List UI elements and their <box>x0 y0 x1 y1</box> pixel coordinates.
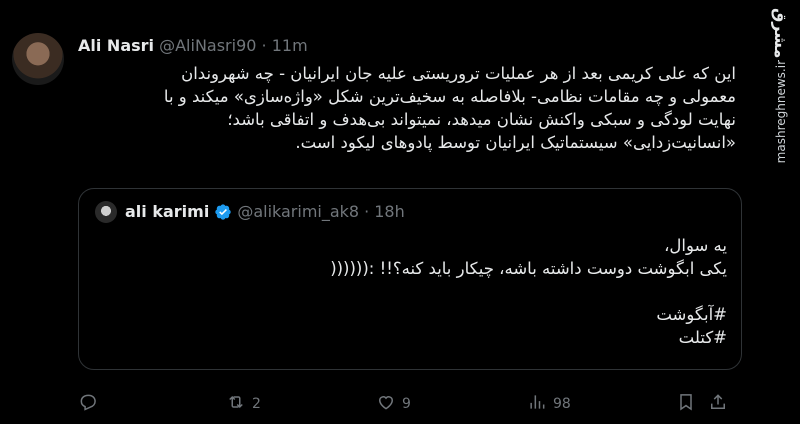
retweet-icon <box>226 392 246 416</box>
tweet-text: این که علی کریمی بعد از هر عملیات تروریس… <box>76 62 736 154</box>
tweet-time[interactable]: 11m <box>272 36 308 55</box>
quoted-author-name[interactable]: ali karimi <box>125 202 209 221</box>
tweet-actions: 2 9 98 <box>78 392 738 416</box>
tweet-text-line: این که علی کریمی بعد از هر عملیات تروریس… <box>181 64 736 83</box>
bookmark-icon <box>676 392 696 416</box>
heart-icon <box>376 392 396 416</box>
quoted-text-line: یه سوال، <box>664 236 727 255</box>
watermark-logo: مشرق <box>771 8 790 59</box>
quoted-text-line: یکی ابگوشت دوست داشته باشه، چیکار باید ک… <box>330 259 727 278</box>
reply-icon <box>78 392 98 416</box>
quoted-text-line <box>95 280 727 303</box>
tweet-header: Ali Nasri @AliNasri90 · 11m <box>78 36 308 55</box>
bookmark-button[interactable] <box>676 392 696 416</box>
like-button[interactable]: 9 <box>376 392 411 416</box>
views-button[interactable]: 98 <box>527 392 571 416</box>
quoted-tweet[interactable]: ali karimi @alikarimi_ak8 · 18h یه سوال،… <box>78 188 742 370</box>
author-avatar[interactable] <box>12 33 64 85</box>
retweet-count: 2 <box>252 396 261 412</box>
quoted-tweet-text: یه سوال، یکی ابگوشت دوست داشته باشه، چیک… <box>95 234 727 349</box>
separator-dot: · <box>364 202 370 221</box>
separator-dot: · <box>261 36 267 55</box>
like-count: 9 <box>402 396 411 412</box>
tweet-text-line: معمولی و چه مقامات نظامی- بلافاصله به سخ… <box>163 87 736 106</box>
share-button[interactable] <box>708 392 728 416</box>
tweet-text-line: نهایت لودگی و سبکی واکنش نشان میدهد، نمی… <box>227 110 736 129</box>
views-icon <box>527 392 547 416</box>
hashtag-link[interactable]: #کتلت <box>95 326 727 349</box>
quoted-author-avatar[interactable] <box>95 201 117 223</box>
retweet-button[interactable]: 2 <box>226 392 261 416</box>
quoted-tweet-header: ali karimi @alikarimi_ak8 · 18h <box>125 202 405 221</box>
watermark: مشرق mashreghnews.ir <box>760 0 800 424</box>
tweet[interactable]: Ali Nasri @AliNasri90 · 11m این که علی ک… <box>0 0 800 424</box>
watermark-url: mashreghnews.ir <box>774 60 788 164</box>
verified-badge-icon <box>214 203 232 221</box>
quoted-author-handle[interactable]: @alikarimi_ak8 <box>237 202 359 221</box>
author-handle[interactable]: @AliNasri90 <box>159 36 256 55</box>
quoted-tweet-time[interactable]: 18h <box>374 202 405 221</box>
hashtag-link[interactable]: #آبگوشت <box>95 303 727 326</box>
reply-button[interactable] <box>78 392 104 416</box>
views-count: 98 <box>553 396 571 412</box>
tweet-text-line: «انسانیت‌زدایی» سیستماتیک ایرانیان توسط … <box>295 133 736 152</box>
author-name[interactable]: Ali Nasri <box>78 36 154 55</box>
share-icon <box>708 392 728 416</box>
